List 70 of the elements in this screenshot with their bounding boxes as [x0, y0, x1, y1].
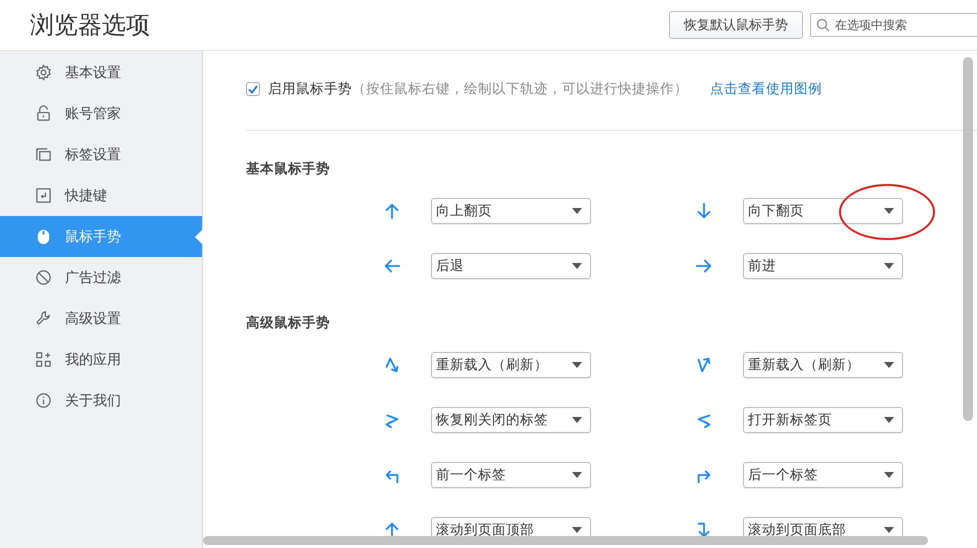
caret-icon: [884, 263, 894, 269]
action-dropdown[interactable]: 重新载入（刷新）: [431, 352, 591, 378]
checkbox-label: 启用鼠标手势: [268, 80, 352, 98]
sidebar-label: 标签设置: [65, 146, 121, 164]
caret-icon: [572, 263, 582, 269]
action-dropdown[interactable]: 滚动到页面顶部: [431, 517, 591, 536]
zigzag-arrow-icon: [383, 356, 401, 374]
shortcut-key-icon: [35, 187, 52, 204]
wrench-icon: [35, 310, 52, 327]
sidebar-label: 关于我们: [65, 392, 121, 410]
caret-icon: [572, 362, 582, 368]
down-arrow-icon: [695, 202, 713, 220]
caret-icon: [572, 472, 582, 478]
action-dropdown[interactable]: 后一个标签: [743, 462, 903, 488]
section-heading: 基本鼠标手势: [246, 160, 331, 179]
sidebar-label: 鼠标手势: [65, 228, 121, 246]
selection-notch: [195, 229, 203, 245]
sidebar-label: 基本设置: [65, 64, 121, 82]
action-dropdown[interactable]: 打开新标签页: [743, 407, 903, 433]
sidebar-item[interactable]: 广告过滤: [0, 257, 202, 298]
caret-icon: [884, 472, 894, 478]
checkbox[interactable]: [246, 82, 260, 96]
info-icon: [35, 392, 52, 409]
caret-icon: [884, 208, 894, 214]
right-arrow-icon: [695, 257, 713, 275]
hint-text: （按住鼠标右键，绘制以下轨迹，可以进行快捷操作）: [352, 80, 688, 98]
search-field[interactable]: 在选项中搜索: [810, 13, 977, 37]
up-arrow-icon: [383, 202, 401, 220]
action-dropdown[interactable]: 滚动到页面底部: [743, 517, 903, 536]
mouse-icon: [35, 228, 52, 245]
tabs-icon: [35, 146, 52, 163]
caret-icon: [884, 362, 894, 368]
caret-icon: [884, 527, 894, 533]
sidebar-item[interactable]: 账号管家: [0, 93, 202, 134]
action-dropdown[interactable]: 后退: [431, 253, 591, 279]
sidebar-item[interactable]: 标签设置: [0, 134, 202, 175]
legend-link[interactable]: 点击查看使用图例: [710, 80, 822, 98]
restore-default-button[interactable]: 恢复默认鼠标手势: [669, 11, 803, 39]
action-dropdown[interactable]: 前进: [743, 253, 903, 279]
sidebar-item[interactable]: 基本设置: [0, 52, 202, 93]
window-title: 浏览器选项: [30, 10, 151, 41]
action-dropdown[interactable]: 前一个标签: [431, 462, 591, 488]
left-arrow-icon: [383, 257, 401, 275]
gear-icon: [35, 64, 52, 81]
caret-icon: [572, 208, 582, 214]
no-entry-icon: [35, 269, 52, 286]
search-icon: [816, 18, 830, 32]
section-heading: 高级鼠标手势: [246, 314, 331, 333]
lock-icon: [35, 105, 52, 122]
caret-icon: [884, 417, 894, 423]
up-arrow-icon: [383, 521, 401, 536]
action-dropdown[interactable]: 向上翻页: [431, 198, 591, 224]
caret-icon: [572, 527, 582, 533]
sidebar-item[interactable]: 关于我们: [0, 380, 202, 421]
apps-icon: [35, 351, 52, 368]
zigzag-arrow-icon: [695, 356, 713, 374]
sidebar-label: 高级设置: [65, 310, 121, 328]
horizontal-scrollbar[interactable]: [203, 536, 928, 545]
sidebar-label: 账号管家: [65, 104, 121, 122]
sidebar-label: 快捷键: [65, 186, 107, 204]
sidebar-label: 广告过滤: [65, 268, 121, 286]
vertical-scrollbar[interactable]: [963, 57, 973, 421]
sidebar-item[interactable]: 快捷键: [0, 175, 202, 216]
sidebar-label: 我的应用: [65, 350, 121, 368]
sidebar-item[interactable]: 我的应用: [0, 339, 202, 380]
action-dropdown[interactable]: 重新载入（刷新）: [743, 352, 903, 378]
action-dropdown[interactable]: 恢复刚关闭的标签: [431, 407, 591, 433]
caret-icon: [572, 417, 582, 423]
sidebar-item[interactable]: 高级设置: [0, 298, 202, 339]
action-dropdown[interactable]: 向下翻页: [743, 198, 903, 224]
